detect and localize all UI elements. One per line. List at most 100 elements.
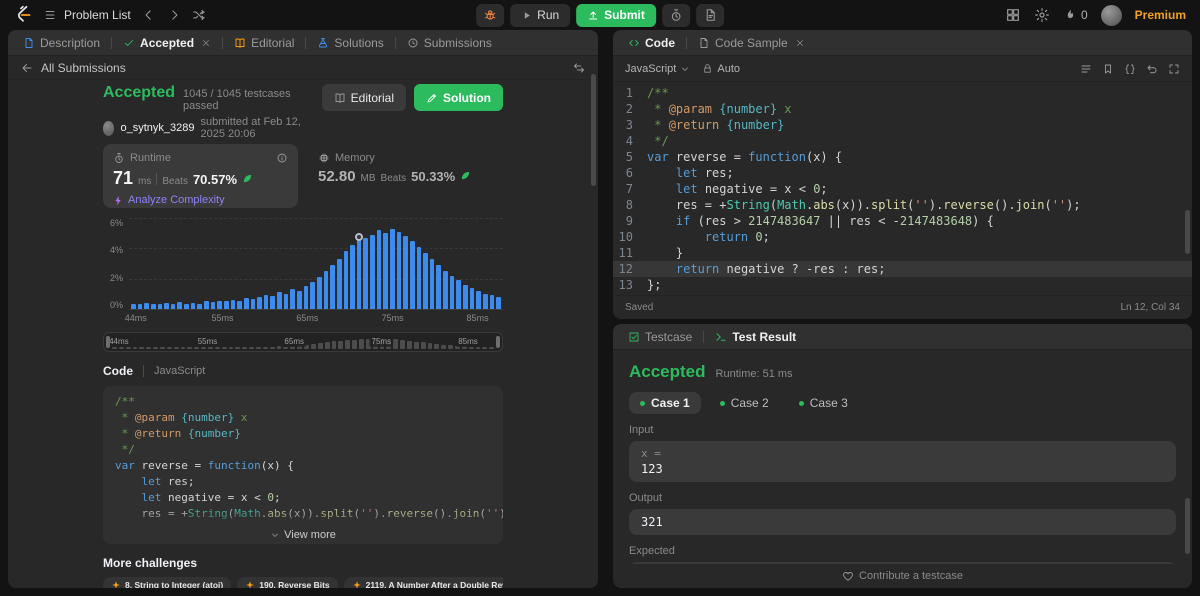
tab-test-result[interactable]: Test Result <box>708 324 803 349</box>
challenge-chip[interactable]: 8. String to Integer (atoi) <box>103 577 232 588</box>
timer-button[interactable] <box>661 3 690 27</box>
histogram-bar[interactable] <box>290 289 296 309</box>
code-line[interactable]: 4 */ <box>613 133 1192 149</box>
tab-code-sample[interactable]: Code Sample <box>691 30 812 55</box>
memory-card[interactable]: Memory 52.80 MB Beats 50.33% <box>308 144 503 208</box>
premium-link[interactable]: Premium <box>1135 8 1186 22</box>
auto-complete-toggle[interactable]: Auto <box>702 63 740 75</box>
random-problem-icon[interactable] <box>192 8 206 22</box>
tab-testcase[interactable]: Testcase <box>621 324 699 349</box>
histogram-bar[interactable] <box>423 252 428 309</box>
histogram-bar[interactable] <box>436 265 442 309</box>
output-box[interactable]: 321 <box>629 509 1176 535</box>
scrollbar-thumb[interactable] <box>591 74 596 186</box>
code-editor[interactable]: 1/** 2 * @param {number} x3 * @return {nu… <box>613 82 1192 295</box>
tab-editorial[interactable]: Editorial <box>227 30 301 55</box>
code-line[interactable]: 5 var reverse = function(x) { <box>613 149 1192 165</box>
histogram-bar[interactable] <box>164 302 169 309</box>
histogram-bar[interactable] <box>137 304 143 309</box>
code-line[interactable]: 1 /** <box>613 85 1192 101</box>
scrollbar-thumb[interactable] <box>1185 210 1190 254</box>
prev-problem-icon[interactable] <box>142 8 156 22</box>
histogram-bar[interactable] <box>396 231 402 309</box>
layout-switcher-icon[interactable] <box>1005 7 1021 23</box>
leaf-icon[interactable] <box>242 173 253 184</box>
tab-code[interactable]: Code <box>621 30 682 55</box>
bookmark-icon[interactable] <box>1102 63 1114 75</box>
histogram-bar[interactable] <box>316 277 322 309</box>
flip-layout-icon[interactable] <box>573 62 585 74</box>
histogram-bar[interactable] <box>131 303 136 309</box>
histogram-bar[interactable] <box>297 290 302 309</box>
problem-list-link[interactable]: Problem List <box>44 8 131 22</box>
histogram-bar[interactable] <box>355 233 364 309</box>
code-line[interactable]: 11 } <box>613 245 1192 261</box>
histogram-bar[interactable] <box>223 301 229 309</box>
case-tab-2[interactable]: Case 2 <box>709 392 780 414</box>
next-problem-icon[interactable] <box>167 8 181 22</box>
leaf-icon[interactable] <box>460 170 471 181</box>
histogram-bar[interactable] <box>144 302 149 309</box>
analyze-complexity-link[interactable]: Analyze Complexity <box>113 194 288 206</box>
tab-description[interactable]: Description <box>16 30 107 55</box>
leetcode-logo[interactable] <box>14 4 33 26</box>
histogram-bar[interactable] <box>416 246 422 309</box>
tab-solutions[interactable]: Solutions <box>310 30 390 55</box>
panel-resize-handle-vertical[interactable] <box>603 30 608 588</box>
histogram-bar[interactable] <box>197 303 203 309</box>
run-button[interactable]: Run <box>510 3 571 27</box>
submitter-username[interactable]: o_sytnyk_3289 <box>120 122 194 134</box>
histogram-bar[interactable] <box>482 293 488 309</box>
cursor-position[interactable]: Ln 12, Col 34 <box>1121 302 1181 313</box>
histogram-bar[interactable] <box>190 302 196 309</box>
tab-accepted[interactable]: Accepted <box>116 30 218 55</box>
histogram-bar[interactable] <box>363 237 369 309</box>
histogram-bar[interactable] <box>469 287 475 309</box>
code-line[interactable]: 13}; <box>613 277 1192 293</box>
submitter-avatar[interactable] <box>103 120 115 136</box>
notes-button[interactable] <box>695 3 724 27</box>
code-line[interactable]: 12 return negative ? -res : res; <box>613 261 1192 277</box>
editorial-button[interactable]: Editorial <box>321 84 406 111</box>
avatar[interactable] <box>1100 4 1122 26</box>
histogram-bar[interactable] <box>170 304 176 309</box>
code-line[interactable]: 6 let res; <box>613 165 1192 181</box>
histogram-bar[interactable] <box>449 275 455 309</box>
fullscreen-icon[interactable] <box>1168 63 1180 75</box>
scrollbar-thumb[interactable] <box>1185 498 1190 554</box>
histogram-bar[interactable] <box>217 300 222 309</box>
case-tab-3[interactable]: Case 3 <box>788 392 859 414</box>
chart-zoom-brush[interactable]: 44ms 55ms 65ms 75ms 85ms <box>103 332 503 352</box>
histogram-bar[interactable] <box>257 296 262 309</box>
histogram-bar[interactable] <box>429 258 435 309</box>
brush-handle-left[interactable] <box>106 336 110 348</box>
format-code-icon[interactable] <box>1080 63 1092 75</box>
histogram-bar[interactable] <box>403 236 408 309</box>
my-runtime-marker[interactable] <box>355 233 364 242</box>
histogram-bar[interactable] <box>463 284 468 309</box>
close-icon[interactable] <box>795 38 805 48</box>
histogram-bar[interactable] <box>409 240 415 309</box>
histogram-bar[interactable] <box>376 230 382 309</box>
contribute-testcase-link[interactable]: Contribute a testcase <box>613 564 1192 588</box>
settings-gear-icon[interactable] <box>1034 7 1050 23</box>
solution-button[interactable]: Solution <box>414 84 503 111</box>
code-line[interactable]: 7 let negative = x < 0; <box>613 181 1192 197</box>
braces-icon[interactable] <box>1124 63 1136 75</box>
histogram-bar[interactable] <box>323 271 329 309</box>
histogram-bar[interactable] <box>330 265 335 309</box>
all-submissions-link[interactable]: All Submissions <box>41 61 126 75</box>
code-line[interactable]: 3 * @return {number} <box>613 117 1192 133</box>
code-line[interactable]: 9 if (res > 2147483647 || res < -2147483… <box>613 213 1192 229</box>
histogram-bar[interactable] <box>496 296 501 309</box>
histogram-bar[interactable] <box>250 299 256 309</box>
histogram-bar[interactable] <box>476 290 481 309</box>
histogram-bar[interactable] <box>389 228 395 309</box>
histogram-bar[interactable] <box>443 271 448 309</box>
reset-code-icon[interactable] <box>1146 63 1158 75</box>
info-icon[interactable] <box>276 152 288 164</box>
input-box[interactable]: x = 123 <box>629 441 1176 482</box>
histogram-bar[interactable] <box>157 303 163 309</box>
language-selector[interactable]: JavaScript <box>625 63 690 75</box>
tab-submissions[interactable]: Submissions <box>400 30 499 55</box>
